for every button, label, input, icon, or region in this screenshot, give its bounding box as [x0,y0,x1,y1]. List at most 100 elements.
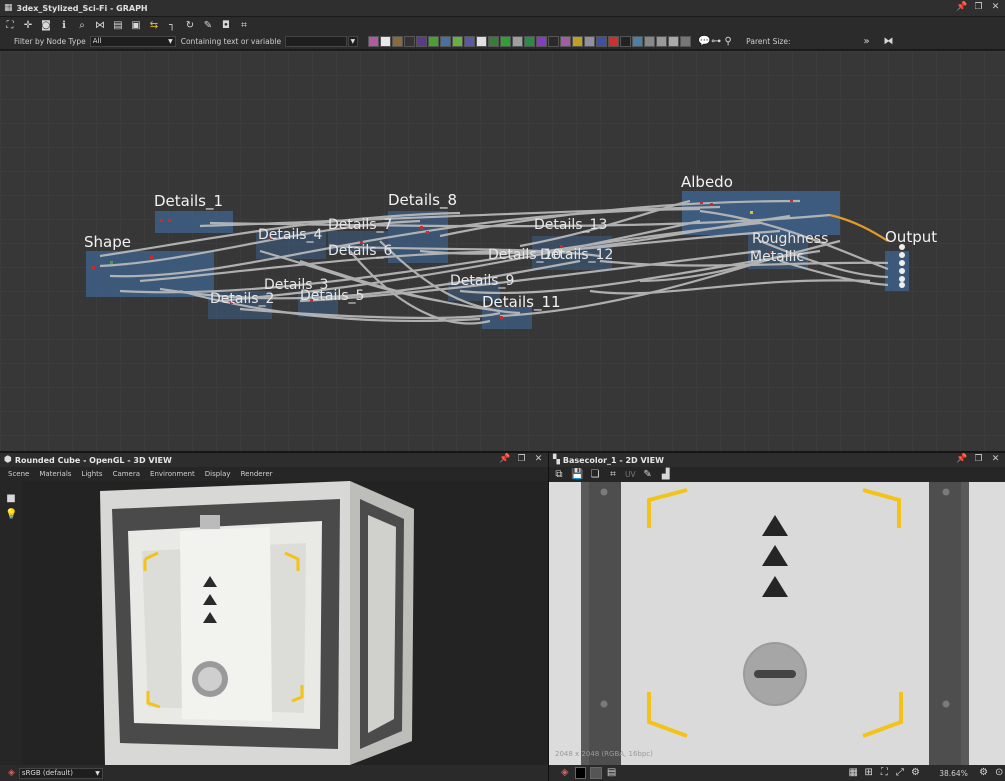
frame-icon[interactable]: ⊞ [863,767,875,779]
view3d-viewport[interactable] [0,481,548,765]
directional-warp-icon[interactable] [464,36,476,47]
menu-lights[interactable]: Lights [81,470,102,478]
black-background-icon[interactable] [574,767,587,779]
frame-label-shape: Shape [84,233,131,251]
uv-label[interactable]: UV [625,470,636,479]
pin-icon[interactable]: 📌 [956,454,967,465]
frame-label-details-12: Details_12 [540,247,614,263]
settings-icon[interactable]: ⚙ [910,767,922,779]
curve-icon[interactable] [440,36,452,47]
frame-label-details-8: Details_8 [388,191,458,209]
pin-icon[interactable]: 📌 [956,2,967,13]
frame-all-icon[interactable]: ⛶ [4,20,16,32]
dot-node-icon[interactable]: ⊶ [710,36,722,48]
link-toggle-icon[interactable]: ⧓ [883,36,895,48]
edge-detect-icon[interactable] [584,36,596,47]
curvature-icon[interactable] [608,36,620,47]
tile-sampler-icon[interactable] [488,36,500,47]
pin-icon[interactable]: 📌 [499,454,510,465]
colorspace-select[interactable]: sRGB (default) ▼ [18,767,103,779]
blend-icon[interactable] [392,36,404,47]
close-icon[interactable]: ✕ [533,454,544,465]
bevel-icon[interactable] [500,36,512,47]
tools-icon[interactable]: ✎ [202,20,214,32]
channels-icon[interactable]: ▤ [606,767,618,779]
flood-fill-icon[interactable] [524,36,536,47]
shape-icon[interactable] [476,36,488,47]
grid-icon[interactable]: ⌗ [238,20,250,32]
distance-icon[interactable] [512,36,524,47]
close-icon[interactable]: ✕ [990,454,1001,465]
camera-icon[interactable]: ■ [5,493,17,505]
gray-background-icon[interactable] [590,767,602,779]
uniform-color-icon[interactable] [380,36,392,47]
crop-icon[interactable] [596,36,608,47]
fullscreen-icon[interactable]: ⤢ [894,767,906,779]
menu-display[interactable]: Display [205,470,231,478]
menu-environment[interactable]: Environment [150,470,195,478]
save-icon[interactable]: 💾 [571,469,583,481]
grid-icon[interactable]: ▦ [847,767,859,779]
view2d-viewport[interactable]: 2048 x 2048 (RGBA, 16bpc) [549,482,1005,765]
colorspace-icon[interactable]: ◈ [559,767,571,779]
refresh-icon[interactable]: ↻ [184,20,196,32]
color-picker-icon[interactable]: ✎ [642,469,654,481]
search-icon[interactable]: ⌕ [76,20,88,32]
align-icon[interactable]: ▣ [130,20,142,32]
screenshot-icon[interactable]: ◙ [40,20,52,32]
warp-icon[interactable] [536,36,548,47]
float-window-icon[interactable]: ❐ [516,454,527,465]
view3d-title: Rounded Cube - OpenGL - 3D VIEW [14,455,172,465]
comment-node-icon[interactable]: 💬 [698,36,710,48]
connector-style-icon[interactable]: ⇆ [148,20,160,32]
frame-icon[interactable] [632,36,644,47]
fit-view-icon[interactable]: ⛶ [879,767,891,779]
frame-label-roughness: Roughness [752,231,829,247]
preview-icon[interactable]: ◘ [220,20,232,32]
normal-icon[interactable] [548,36,560,47]
frame-label-output: Output [885,228,938,246]
histogram-icon[interactable] [560,36,572,47]
output-node-icon[interactable] [680,36,692,47]
histogram-icon[interactable]: ▟ [660,469,672,481]
containing-text-input[interactable] [285,36,348,47]
pin-node-icon[interactable]: ⚲ [722,36,734,48]
expand-icon[interactable]: » [861,36,873,48]
threshold-icon[interactable] [572,36,584,47]
fit-icon[interactable]: ⧉ [553,469,565,481]
chevron-down-icon: ▼ [350,38,356,45]
light-icon[interactable]: 💡 [5,509,17,521]
straight-link-icon[interactable]: ┐ [166,20,178,32]
pin-node-icon[interactable] [656,36,668,47]
levels-icon[interactable] [404,36,416,47]
hsl-icon[interactable] [452,36,464,47]
view3d-menubar: Scene Materials Lights Camera Environmen… [0,467,548,481]
view3d-titlebar: ⬢ Rounded Cube - OpenGL - 3D VIEW 📌 ❐ ✕ [0,453,548,468]
graph-canvas[interactable]: Details_1 Shape Details_4 Details_7 Deta… [0,51,1005,451]
menu-materials[interactable]: Materials [39,470,71,478]
menu-scene[interactable]: Scene [8,470,29,478]
reset-zoom-icon[interactable]: ⊙ [993,767,1005,779]
frame-details-1[interactable] [155,211,233,233]
frame-selected-icon[interactable]: ✛ [22,20,34,32]
close-icon[interactable]: ✕ [990,2,1001,13]
comment-icon[interactable] [644,36,656,47]
menu-camera[interactable]: Camera [113,470,140,478]
layout-icon[interactable]: ▤ [112,20,124,32]
link-nodes-icon[interactable]: ⋈ [94,20,106,32]
transform-icon[interactable] [416,36,428,47]
value-icon[interactable] [620,36,632,47]
info-icon[interactable]: ℹ [58,20,70,32]
node-type-filter[interactable]: All ▼ [89,36,176,47]
containing-dropdown[interactable]: ▼ [348,36,359,47]
frame-output[interactable] [885,251,909,291]
copy-icon[interactable]: ❏ [589,469,601,481]
menu-renderer[interactable]: Renderer [241,470,273,478]
zoom-settings-icon[interactable]: ⚙ [978,767,990,779]
image-node-icon[interactable] [368,36,380,47]
tiling-icon[interactable]: ⌗ [607,469,619,481]
float-window-icon[interactable]: ❐ [973,454,984,465]
float-window-icon[interactable]: ❐ [973,2,984,13]
graph-node-icon[interactable] [668,36,680,47]
gradient-map-icon[interactable] [428,36,440,47]
